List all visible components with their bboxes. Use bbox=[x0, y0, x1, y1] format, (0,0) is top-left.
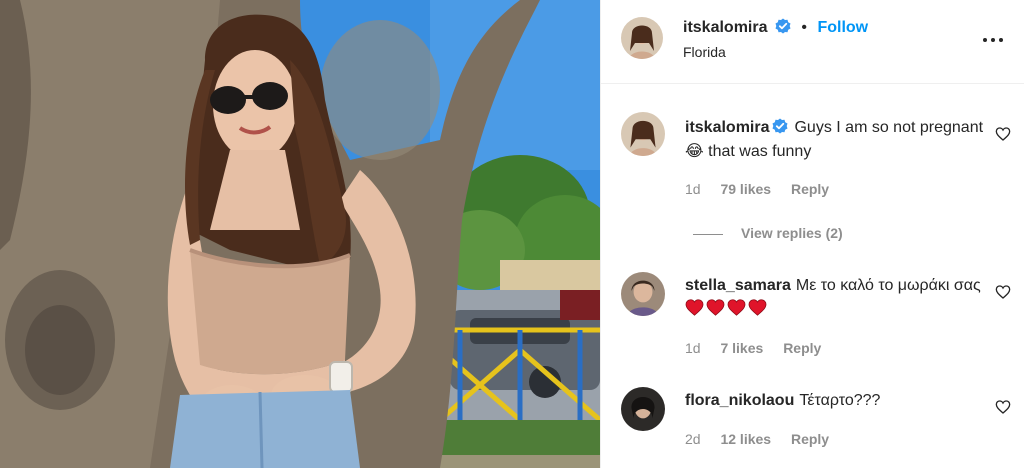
commenter-avatar[interactable] bbox=[621, 112, 665, 156]
commenter-username[interactable]: itskalomira bbox=[685, 119, 769, 136]
comment-item: flora_nikolaou Τέταρτο??? 2d 12 likes Rep… bbox=[601, 385, 1024, 461]
reply-button[interactable]: Reply bbox=[791, 431, 829, 447]
comment-meta: 2d 12 likes Reply bbox=[685, 431, 845, 447]
avatar-image bbox=[621, 387, 665, 431]
commenter-username[interactable]: stella_samara bbox=[685, 277, 791, 294]
more-options-icon[interactable] bbox=[981, 29, 1007, 47]
post-image bbox=[0, 0, 600, 468]
comment-body: Με το καλό το μωράκι σας bbox=[795, 277, 981, 294]
reply-button[interactable]: Reply bbox=[783, 340, 821, 356]
comment-meta: 1d 79 likes Reply bbox=[685, 181, 845, 197]
heart-outline-icon[interactable] bbox=[995, 399, 1011, 415]
author-avatar[interactable] bbox=[621, 17, 663, 59]
comment-likes[interactable]: 12 likes bbox=[720, 431, 771, 447]
post-photo[interactable] bbox=[0, 0, 600, 468]
comment-text: flora_nikolaou Τέταρτο??? bbox=[685, 389, 985, 413]
comment-body: Τέταρτο??? bbox=[799, 392, 881, 409]
comments-panel: itskalomira • Follow Florida itskalomira bbox=[600, 0, 1024, 468]
comment-age[interactable]: 2d bbox=[685, 431, 701, 447]
avatar-image bbox=[621, 17, 663, 59]
red-heart-icon bbox=[706, 299, 725, 316]
comment-age[interactable]: 1d bbox=[685, 181, 701, 197]
comment-age[interactable]: 1d bbox=[685, 340, 701, 356]
red-heart-icon bbox=[748, 299, 767, 316]
comment-text: stella_samara Με το καλό το μωράκι σας bbox=[685, 274, 985, 322]
author-username[interactable]: itskalomira bbox=[683, 19, 767, 36]
avatar-image bbox=[621, 112, 665, 156]
post-location[interactable]: Florida bbox=[683, 44, 726, 60]
heart-emojis bbox=[685, 299, 769, 318]
heart-outline-icon[interactable] bbox=[995, 284, 1011, 300]
heart-outline-icon[interactable] bbox=[995, 126, 1011, 142]
commenter-avatar[interactable] bbox=[621, 272, 665, 316]
reply-button[interactable]: Reply bbox=[791, 181, 829, 197]
follow-button[interactable]: Follow bbox=[817, 19, 868, 36]
comment-likes[interactable]: 7 likes bbox=[720, 340, 763, 356]
replies-divider bbox=[693, 233, 723, 235]
commenter-username[interactable]: flora_nikolaou bbox=[685, 392, 794, 409]
comment-item: itskalomira Guys I am so not pregnant 😂 … bbox=[601, 108, 1024, 258]
verified-badge-icon bbox=[775, 18, 791, 34]
view-replies-button[interactable]: View replies (2) bbox=[693, 225, 843, 241]
comment-likes[interactable]: 79 likes bbox=[720, 181, 771, 197]
post-header: itskalomira • Follow Florida bbox=[601, 0, 1024, 84]
avatar-image bbox=[621, 272, 665, 316]
view-replies-label: View replies (2) bbox=[741, 225, 843, 241]
commenter-avatar[interactable] bbox=[621, 387, 665, 431]
red-heart-icon bbox=[727, 299, 746, 316]
comment-item: stella_samara Με το καλό το μωράκι σας 1d… bbox=[601, 270, 1024, 366]
comment-text: itskalomira Guys I am so not pregnant 😂 … bbox=[685, 116, 985, 164]
separator-dot: • bbox=[801, 19, 807, 36]
red-heart-icon bbox=[685, 299, 704, 316]
verified-badge-icon bbox=[772, 118, 788, 134]
author-row: itskalomira • Follow bbox=[683, 18, 868, 37]
comment-meta: 1d 7 likes Reply bbox=[685, 340, 837, 356]
